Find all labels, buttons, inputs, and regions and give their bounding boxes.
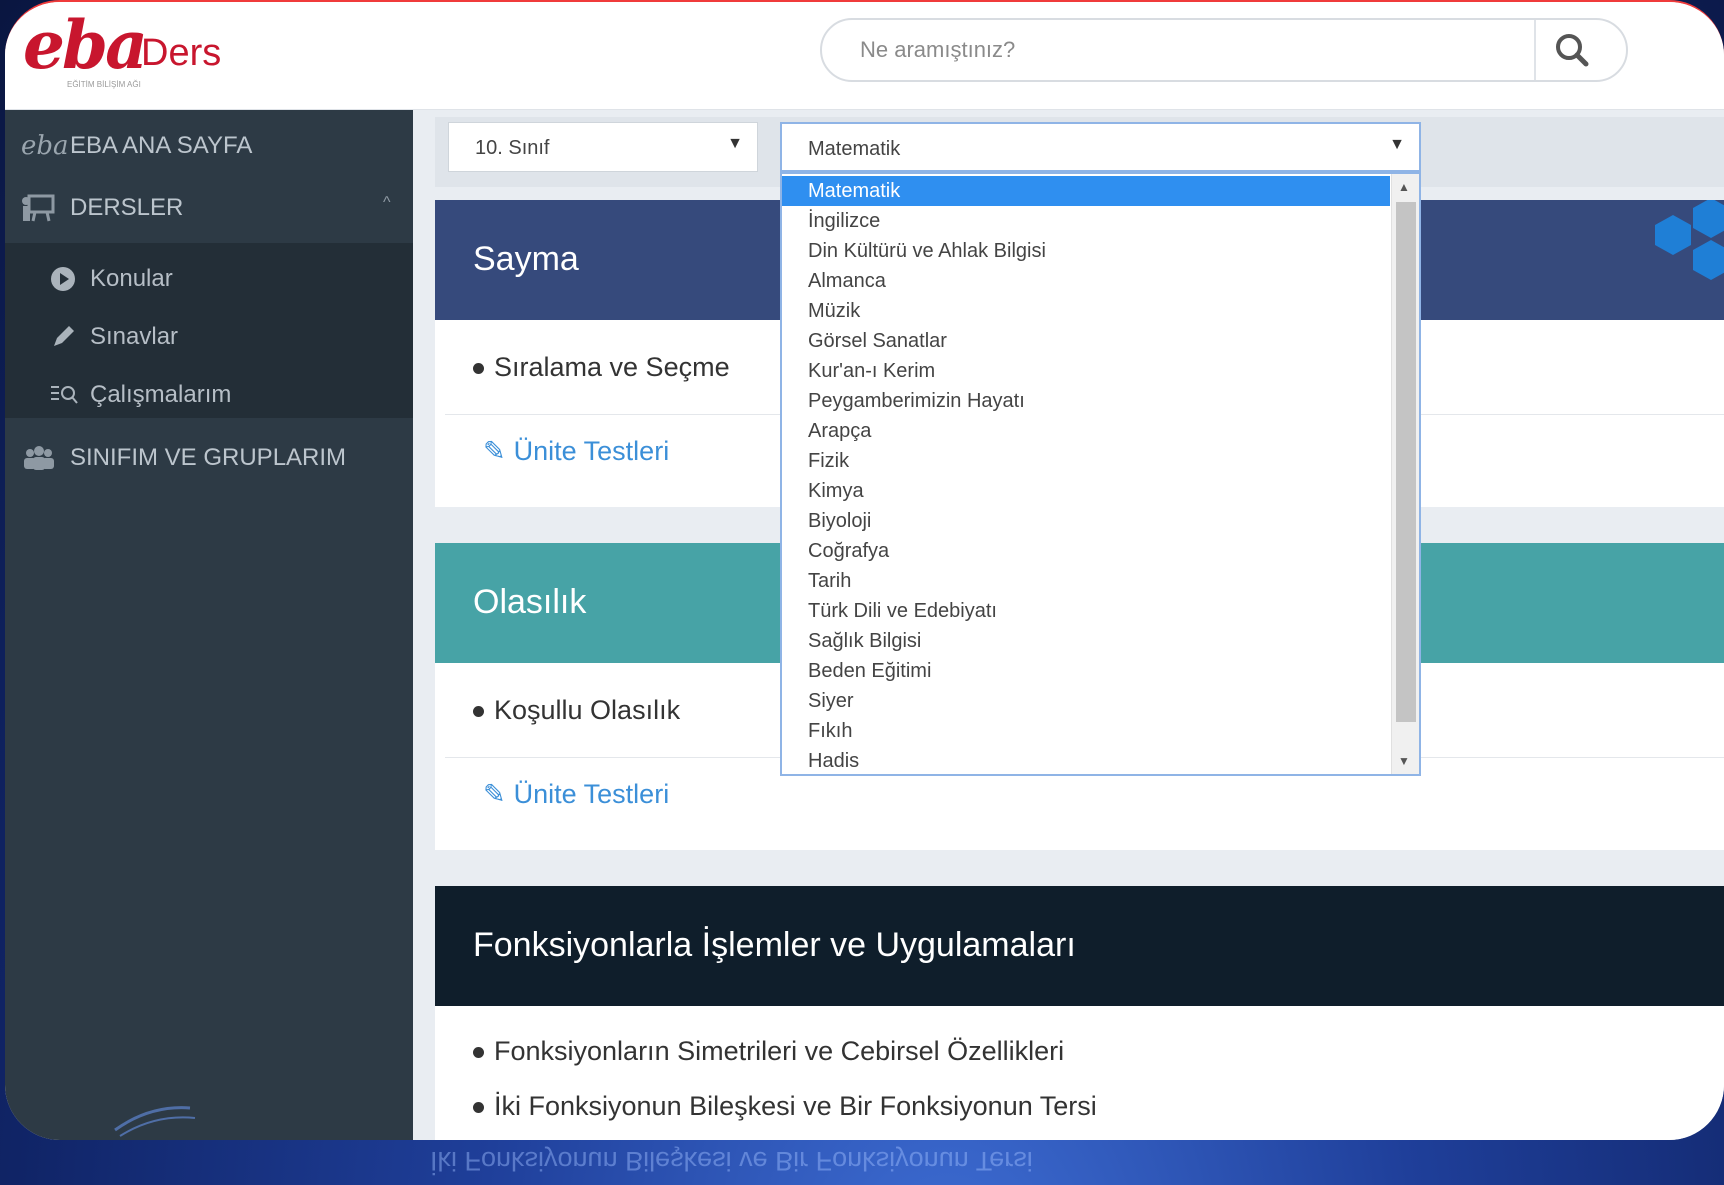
sidebar: eba EBA ANA SAYFA DERSLER ^ Konular Sına… — [5, 110, 413, 1140]
dropdown-option[interactable]: Peygamberimizin Hayatı — [782, 386, 1390, 416]
pencil-icon — [49, 323, 79, 351]
topic-label: Sıralama ve Seçme — [494, 352, 730, 382]
play-circle-icon — [49, 265, 79, 293]
pencil-icon: ✎ — [483, 436, 506, 466]
eba-logo-icon: eba — [21, 131, 69, 161]
logo-brand: eba — [23, 6, 148, 84]
sidebar-subitem-calismalarim[interactable]: Çalışmalarım — [5, 367, 413, 423]
topic-item[interactable]: İki Fonksiyonun Bileşkesi ve Bir Fonksiy… — [473, 1091, 1097, 1122]
topic-label: İki Fonksiyonun Bileşkesi ve Bir Fonksiy… — [494, 1091, 1097, 1121]
search-button[interactable] — [1552, 30, 1602, 70]
reflection-text: İki Fonksiyonun Bileşkesi ve Bir Fonksiy… — [430, 1146, 1033, 1176]
sidebar-subitem-sinavlar[interactable]: Sınavlar — [5, 309, 413, 365]
unit-tests-label: Ünite Testleri — [513, 436, 670, 466]
sidebar-subitem-label: Sınavlar — [90, 323, 179, 350]
topic-item[interactable]: Sıralama ve Seçme — [473, 352, 730, 383]
unit-title: Olasılık — [473, 583, 587, 621]
search-bar — [820, 18, 1628, 82]
subject-dropdown-list[interactable]: Matematik İngilizce Din Kültürü ve Ahlak… — [780, 172, 1421, 776]
topic-item[interactable]: Fonksiyonların Simetrileri ve Cebirsel Ö… — [473, 1036, 1064, 1067]
bullet-icon — [473, 706, 484, 718]
list-search-icon — [49, 381, 79, 409]
bullet-icon — [473, 1102, 484, 1114]
sidebar-subitem-label: Çalışmalarım — [90, 381, 232, 408]
hexagon-decoration-icon — [1625, 198, 1724, 320]
dropdown-option[interactable]: Din Kültürü ve Ahlak Bilgisi — [782, 236, 1390, 266]
unit-tests-link[interactable]: ✎ Ünite Testleri — [483, 779, 669, 810]
sidebar-subitem-label: Konular — [90, 265, 173, 292]
sidebar-subitem-konular[interactable]: Konular — [5, 251, 413, 307]
dropdown-scrollbar[interactable]: ▲ ▼ — [1391, 174, 1419, 774]
pencil-icon: ✎ — [483, 779, 506, 809]
dropdown-option[interactable]: Almanca — [782, 266, 1390, 296]
scroll-up-icon[interactable]: ▲ — [1398, 180, 1410, 194]
dropdown-option[interactable]: Beden Eğitimi — [782, 656, 1390, 686]
sidebar-item-label: EBA ANA SAYFA — [70, 132, 253, 159]
bullet-icon — [473, 1047, 484, 1059]
top-header: eba Ders EĞİTİM BİLİŞİM AĞI — [5, 2, 1724, 110]
dropdown-option[interactable]: Fıkıh — [782, 716, 1390, 746]
dersler-submenu: Konular Sınavlar Çalışmalarım — [5, 243, 413, 418]
grade-select-value: 10. Sınıf — [475, 137, 550, 159]
dropdown-option[interactable]: Görsel Sanatlar — [782, 326, 1390, 356]
sidebar-item-dersler[interactable]: DERSLER ^ — [5, 178, 413, 238]
unit-tests-link[interactable]: ✎ Ünite Testleri — [483, 436, 669, 467]
unit-header: Fonksiyonlarla İşlemler ve Uygulamaları — [435, 886, 1724, 1006]
dropdown-arrow-icon: ▼ — [727, 135, 743, 152]
topic-label: Fonksiyonların Simetrileri ve Cebirsel Ö… — [494, 1036, 1065, 1066]
sidebar-item-sinifim[interactable]: SINIFIM VE GRUPLARIM — [5, 428, 413, 488]
sidebar-item-label: DERSLER — [70, 194, 184, 221]
search-input[interactable] — [860, 34, 1520, 66]
logo-product: Ders — [141, 32, 222, 74]
subject-select[interactable]: Matematik ▼ — [780, 122, 1421, 172]
window-reflection: İki Fonksiyonun Bileşkesi ve Bir Fonksiy… — [430, 1145, 1033, 1176]
sidebar-item-label: SINIFIM VE GRUPLARIM — [70, 444, 347, 471]
scrollbar-thumb[interactable] — [1396, 202, 1416, 722]
unit-title: Fonksiyonlarla İşlemler ve Uygulamaları — [473, 926, 1076, 964]
dropdown-option[interactable]: Türk Dili ve Edebiyatı — [782, 596, 1390, 626]
eba-ders-logo[interactable]: eba Ders EĞİTİM BİLİŞİM AĞI — [23, 6, 233, 94]
dropdown-option[interactable]: Arapça — [782, 416, 1390, 446]
dropdown-option[interactable]: Tarih — [782, 566, 1390, 596]
topic-item[interactable]: Koşullu Olasılık — [473, 695, 680, 726]
dropdown-option[interactable]: Fizik — [782, 446, 1390, 476]
logo-tagline: EĞİTİM BİLİŞİM AĞI — [67, 80, 141, 89]
dropdown-option[interactable]: Biyoloji — [782, 506, 1390, 536]
dropdown-option[interactable]: Kimya — [782, 476, 1390, 506]
bullet-icon — [473, 363, 484, 375]
app-window: eba Ders EĞİTİM BİLİŞİM AĞI eba EBA ANA … — [5, 0, 1724, 1140]
scroll-down-icon[interactable]: ▼ — [1398, 754, 1410, 768]
unit-title: Sayma — [473, 240, 579, 278]
grade-select[interactable]: 10. Sınıf ▼ — [448, 122, 758, 172]
dropdown-option[interactable]: Matematik — [782, 176, 1390, 206]
group-people-icon — [21, 443, 61, 473]
dropdown-option[interactable]: Müzik — [782, 296, 1390, 326]
dropdown-option[interactable]: Siyer — [782, 686, 1390, 716]
presentation-board-icon — [21, 193, 61, 223]
search-divider — [1534, 20, 1536, 80]
sidebar-item-eba-home[interactable]: eba EBA ANA SAYFA — [5, 116, 413, 176]
topic-label: Koşullu Olasılık — [494, 695, 681, 725]
dropdown-option[interactable]: Sağlık Bilgisi — [782, 626, 1390, 656]
unit-card-fonksiyonlar: Fonksiyonlarla İşlemler ve Uygulamaları … — [435, 886, 1724, 1140]
subject-select-value: Matematik — [808, 138, 901, 160]
decorative-logo-icon — [110, 1100, 200, 1140]
dropdown-option[interactable]: Coğrafya — [782, 536, 1390, 566]
unit-tests-label: Ünite Testleri — [513, 779, 670, 809]
dropdown-arrow-icon: ▼ — [1389, 136, 1405, 153]
magnifier-icon — [1556, 34, 1589, 67]
dropdown-option[interactable]: Kur'an-ı Kerim — [782, 356, 1390, 386]
dropdown-option[interactable]: İngilizce — [782, 206, 1390, 236]
dropdown-option[interactable]: Hadis — [782, 746, 1390, 774]
chevron-up-icon[interactable]: ^ — [383, 194, 391, 212]
